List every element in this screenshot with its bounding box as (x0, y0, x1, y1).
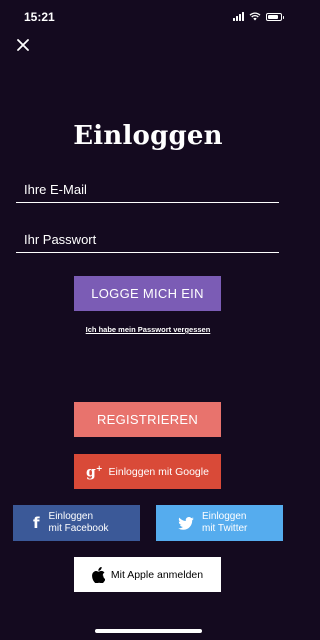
facebook-icon: f (33, 514, 40, 532)
facebook-login-button[interactable]: f Einloggen mit Facebook (13, 505, 140, 541)
register-button-label: REGISTRIEREN (96, 412, 199, 427)
close-button[interactable] (14, 36, 32, 54)
battery-icon (266, 12, 284, 21)
login-button-label: LOGGE MICH EIN (91, 286, 204, 301)
close-icon (17, 39, 29, 51)
twitter-label-line1: Einloggen (202, 511, 247, 522)
google-login-button[interactable]: g+ Einloggen mit Google (74, 454, 221, 489)
twitter-login-button[interactable]: Einloggen mit Twitter (156, 505, 283, 541)
page-title: Einloggen (73, 121, 223, 151)
apple-login-button[interactable]: Mit Apple anmelden (74, 557, 221, 592)
twitter-icon (178, 516, 194, 530)
status-time: 15:21 (24, 10, 55, 24)
home-indicator (95, 629, 202, 633)
password-field[interactable] (16, 227, 279, 253)
google-login-label: Einloggen mit Google (108, 465, 209, 478)
email-field[interactable] (16, 177, 279, 203)
facebook-label-line1: Einloggen (48, 511, 94, 522)
status-icons (233, 12, 284, 21)
facebook-label-line2: mit Facebook (48, 523, 109, 534)
apple-icon (91, 566, 105, 583)
google-plus-icon: g+ (86, 462, 103, 481)
login-button[interactable]: LOGGE MICH EIN (74, 276, 221, 311)
apple-login-label: Mit Apple anmelden (110, 568, 204, 581)
wifi-icon (249, 12, 261, 21)
twitter-label-line2: mit Twitter (202, 523, 248, 534)
cellular-signal-icon (233, 12, 244, 21)
register-button[interactable]: REGISTRIEREN (74, 402, 221, 437)
forgot-password-link[interactable]: Ich habe mein Passwort vergessen (0, 325, 296, 334)
